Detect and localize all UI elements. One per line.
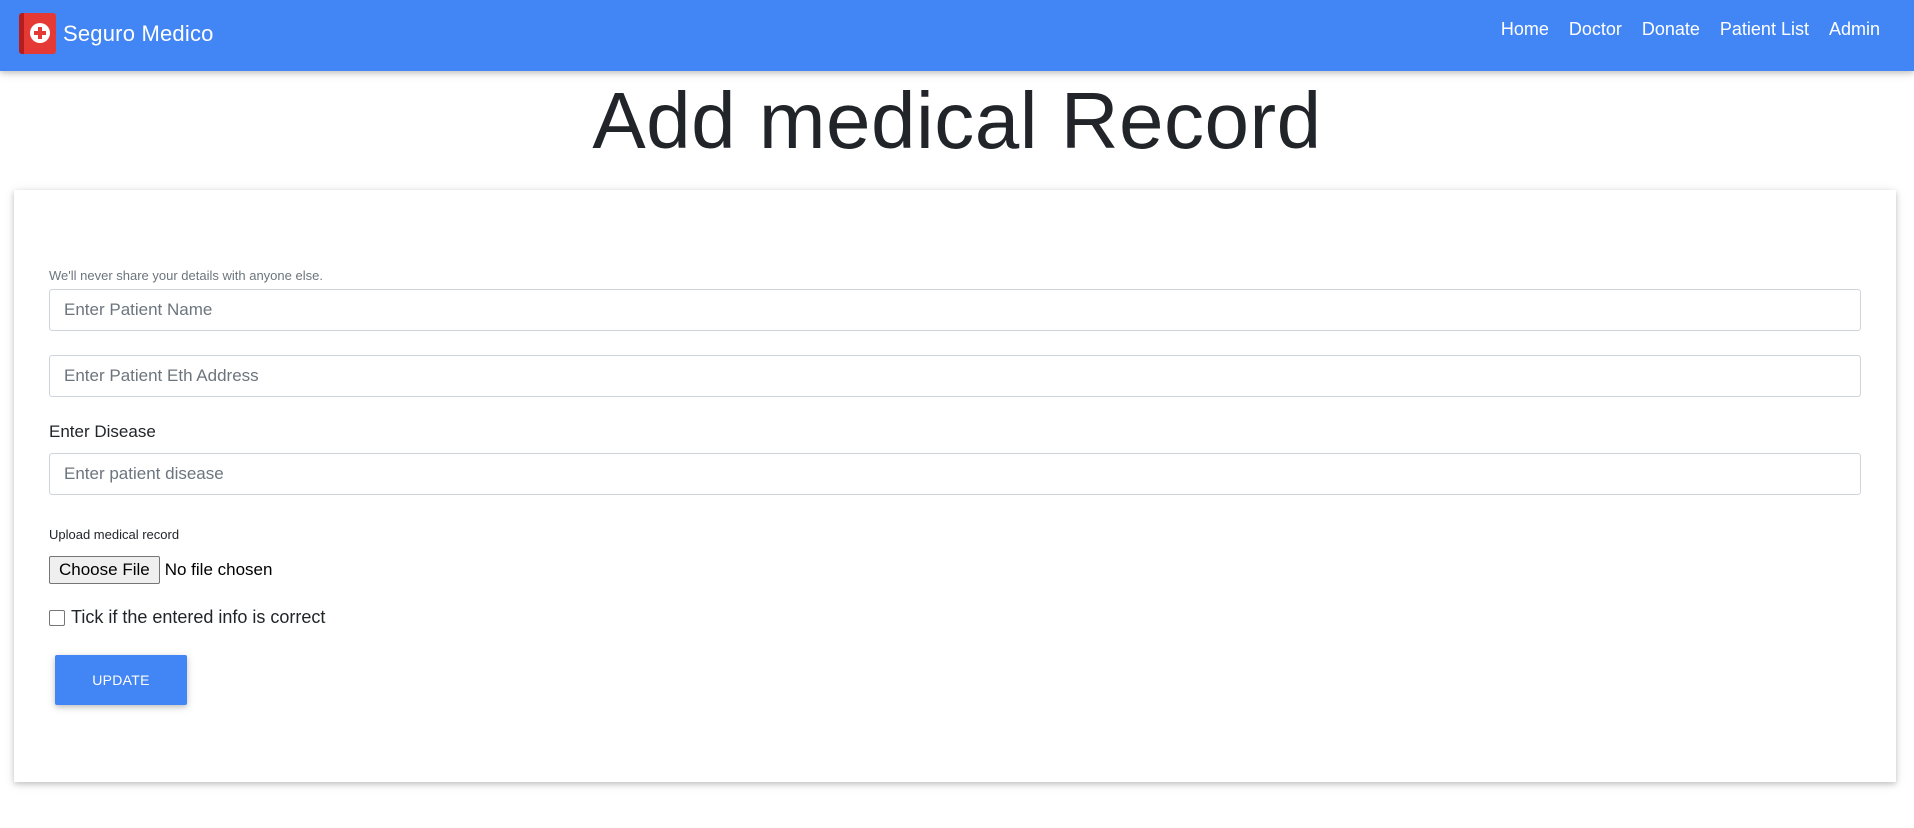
top-navbar: Seguro Medico Home Doctor Donate Patient…: [0, 0, 1914, 71]
confirm-checkbox[interactable]: [49, 609, 65, 626]
nav-link-patient-list[interactable]: Patient List: [1710, 17, 1819, 41]
brand-link[interactable]: Seguro Medico: [19, 13, 214, 54]
nav-links: Home Doctor Donate Patient List Admin: [1491, 17, 1890, 41]
update-button[interactable]: UPDATE: [55, 655, 187, 705]
form-card: We'll never share your details with anyo…: [14, 190, 1896, 782]
medical-cross-icon: [19, 13, 56, 54]
patient-name-input[interactable]: [49, 289, 1861, 331]
nav-link-doctor[interactable]: Doctor: [1559, 17, 1632, 41]
choose-file-button[interactable]: Choose File: [49, 556, 160, 584]
disease-label: Enter Disease: [49, 422, 156, 441]
nav-link-admin[interactable]: Admin: [1819, 17, 1890, 41]
confirm-label[interactable]: Tick if the entered info is correct: [71, 607, 325, 628]
page-title: Add medical Record: [592, 76, 1322, 165]
nav-link-home[interactable]: Home: [1491, 17, 1559, 41]
nav-link-donate[interactable]: Donate: [1632, 17, 1710, 41]
file-status-text: No file chosen: [164, 560, 273, 579]
confirm-row: Tick if the entered info is correct: [49, 607, 325, 628]
patient-eth-address-input[interactable]: [49, 355, 1861, 397]
brand-name: Seguro Medico: [63, 20, 214, 46]
privacy-help-text: We'll never share your details with anyo…: [49, 268, 323, 283]
patient-disease-input[interactable]: [49, 453, 1861, 495]
file-upload-field: Choose File No file chosen: [49, 556, 272, 584]
upload-label: Upload medical record: [49, 527, 180, 542]
